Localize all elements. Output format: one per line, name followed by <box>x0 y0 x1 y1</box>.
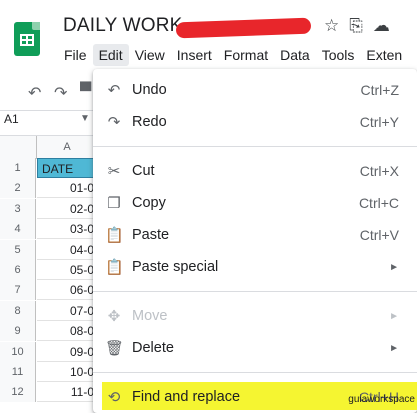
trash-icon: 🗑 <box>105 340 125 357</box>
menu-format[interactable]: Format <box>218 44 274 66</box>
menu-edit[interactable]: Edit <box>92 44 129 66</box>
table-cell[interactable]: 11-0 <box>37 382 97 402</box>
table-cell[interactable]: 05-0 <box>37 260 97 280</box>
menu-item-delete[interactable]: 🗑 Delete ► <box>93 332 417 364</box>
find-replace-icon: ⟲ <box>107 389 121 406</box>
menu-item-undo[interactable]: ↶ Undo Ctrl+Z <box>93 74 417 106</box>
move-icon: ✥ <box>107 308 121 325</box>
undo-icon[interactable]: ↶ <box>28 83 41 103</box>
document-title[interactable]: DAILY WORK- <box>63 15 189 37</box>
menu-item-cut[interactable]: ✂ Cut Ctrl+X <box>93 155 417 187</box>
print-icon[interactable]: ▀ <box>80 83 91 101</box>
submenu-arrow-icon: ► <box>389 342 399 354</box>
row-header[interactable]: 1 <box>0 158 36 178</box>
row-header[interactable]: 7 <box>0 280 36 300</box>
table-cell[interactable]: 10-0 <box>37 362 97 382</box>
menu-item-label: Paste special <box>132 259 219 275</box>
copy-icon: ❐ <box>107 195 121 212</box>
row-header[interactable]: 10 <box>0 342 36 362</box>
submenu-arrow-icon: ► <box>389 261 399 273</box>
move-to-folder-icon[interactable]: ⎘ <box>349 16 363 36</box>
menu-item-label: Undo <box>132 82 167 98</box>
clipboard-icon: 📋 <box>105 259 124 276</box>
row-header[interactable]: 9 <box>0 321 36 341</box>
menu-item-label: Cut <box>132 163 155 179</box>
table-cell[interactable]: 09-0 <box>37 342 97 362</box>
menu-data[interactable]: Data <box>274 44 316 66</box>
row-header[interactable]: 2 <box>0 178 36 198</box>
menu-tools[interactable]: Tools <box>316 44 361 66</box>
clipboard-icon: 📋 <box>105 227 124 244</box>
menu-item-copy[interactable]: ❐ Copy Ctrl+C <box>93 187 417 219</box>
menu-divider <box>93 291 417 292</box>
sheets-logo-icon[interactable] <box>14 22 40 56</box>
shortcut-label: Ctrl+C <box>358 195 399 211</box>
menu-item-label: Paste <box>132 227 170 243</box>
select-all-corner[interactable] <box>0 136 37 159</box>
menu-item-move: ✥ Move ► <box>93 300 417 332</box>
row-header[interactable]: 6 <box>0 260 36 280</box>
redo-icon: ↷ <box>107 114 121 131</box>
menu-extensions[interactable]: Exten <box>360 44 408 66</box>
menu-item-label: Redo <box>132 114 167 130</box>
menu-file[interactable]: File <box>58 44 93 66</box>
table-cell[interactable]: 07-0 <box>37 301 97 321</box>
shortcut-label: Ctrl+Z <box>360 82 400 98</box>
menu-insert[interactable]: Insert <box>171 44 218 66</box>
title-actions: ☆ ⎘ ☁ <box>324 16 390 36</box>
table-cell[interactable]: 04-0 <box>37 240 97 260</box>
scissors-icon: ✂ <box>107 163 121 180</box>
menu-bar: File Edit View Insert Format Data Tools … <box>58 44 408 66</box>
redo-icon[interactable]: ↷ <box>54 83 67 103</box>
name-box[interactable]: A1 <box>4 112 19 126</box>
table-cell[interactable]: 02-0 <box>37 199 97 219</box>
cell-a1-header[interactable]: DATE <box>37 158 97 178</box>
redaction-mark <box>175 17 312 39</box>
shortcut-label: Ctrl+Y <box>359 114 399 130</box>
row-header[interactable]: 11 <box>0 362 36 382</box>
menu-view[interactable]: View <box>129 44 171 66</box>
row-header[interactable]: 8 <box>0 301 36 321</box>
menu-item-label: Copy <box>132 195 166 211</box>
menu-item-paste-special[interactable]: 📋 Paste special ► <box>93 251 417 283</box>
menu-divider <box>93 146 417 147</box>
table-cell[interactable]: 01-0 <box>37 178 97 198</box>
row-header[interactable]: 12 <box>0 382 36 402</box>
chevron-down-icon[interactable]: ▼ <box>80 113 90 124</box>
shortcut-label: Ctrl+X <box>359 163 399 179</box>
table-cell[interactable]: 08-0 <box>37 321 97 341</box>
menu-item-label: Move <box>132 308 168 324</box>
cloud-icon[interactable]: ☁ <box>373 16 390 36</box>
menu-item-label: Find and replace <box>132 389 241 405</box>
row-header[interactable]: 3 <box>0 199 36 219</box>
table-cell[interactable]: 06-0 <box>37 280 97 300</box>
row-header[interactable]: 4 <box>0 219 36 239</box>
shortcut-label: Ctrl+V <box>359 227 399 243</box>
row-header[interactable]: 5 <box>0 240 36 260</box>
table-cell[interactable]: 03-0 <box>37 219 97 239</box>
menu-divider <box>93 372 417 373</box>
menu-item-paste[interactable]: 📋 Paste Ctrl+V <box>93 219 417 251</box>
watermark: guiaworkspace <box>348 394 415 405</box>
menu-item-label: Delete <box>132 340 174 356</box>
edit-menu: ↶ Undo Ctrl+Z ↷ Redo Ctrl+Y ✂ Cut Ctrl+X… <box>93 69 417 413</box>
star-icon[interactable]: ☆ <box>324 16 339 36</box>
menu-item-redo[interactable]: ↷ Redo Ctrl+Y <box>93 106 417 138</box>
undo-icon: ↶ <box>107 82 121 99</box>
submenu-arrow-icon: ► <box>389 310 399 322</box>
column-header-a[interactable]: A <box>37 136 97 159</box>
